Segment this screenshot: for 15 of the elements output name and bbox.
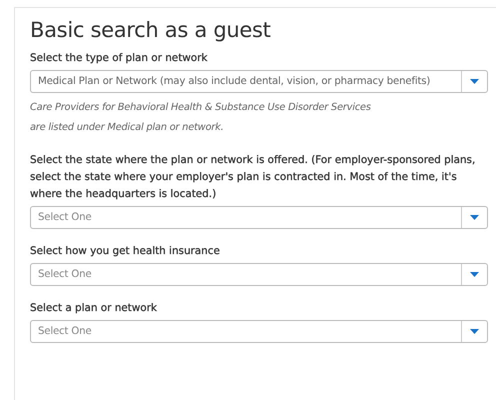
select-dropdown[interactable]: Select One: [30, 320, 488, 343]
note-text: are listed under Medical plan or network.: [30, 121, 224, 135]
select-dropdown[interactable]: Medical Plan or Network (may also include dental, vision, or pharmacy benefits): [30, 70, 488, 93]
field-label: Select the state where the plan or network is offered. (For employer-sponsored plans, select the state where your employer's plan is contracted in. Most of the time, it's where the headquarters is located.): [30, 153, 476, 202]
page-title: Basic search as a guest: [30, 18, 271, 42]
field-label: Select a plan or network: [30, 301, 158, 316]
caret-icon: [470, 215, 479, 220]
select-dropdown[interactable]: Select One: [30, 263, 488, 286]
caret-icon: [470, 79, 479, 84]
select-dropdown[interactable]: Select One: [30, 206, 488, 229]
caret-icon: [470, 272, 479, 277]
note-text: Care Providers for Behavioral Health & Substance Use Disorder Services: [30, 101, 371, 115]
field-label: Select how you get health insurance: [30, 244, 221, 259]
field-label: Select the type of plan or network: [30, 51, 208, 66]
caret-icon: [470, 329, 479, 334]
